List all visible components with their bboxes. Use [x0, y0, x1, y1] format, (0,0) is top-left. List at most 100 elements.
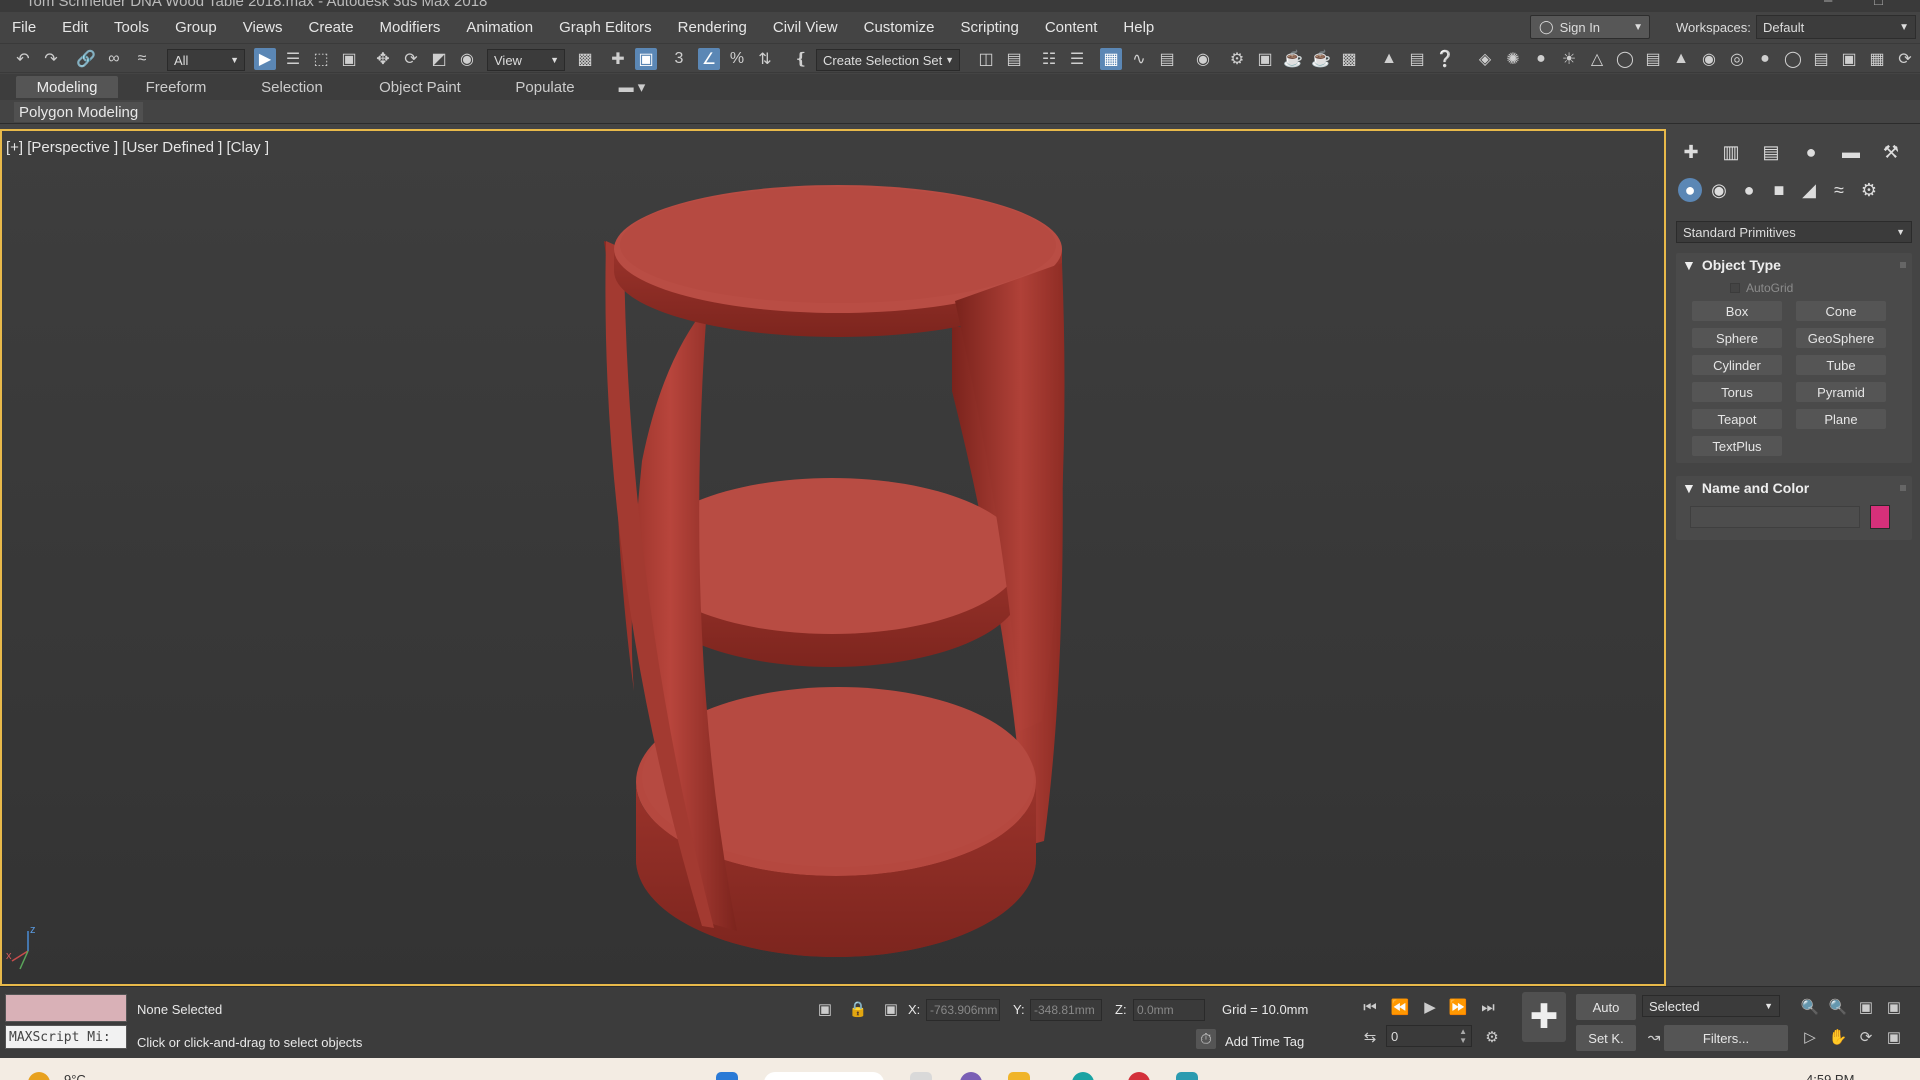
cone-button[interactable]: Cone [1796, 301, 1886, 321]
redo-icon[interactable]: ↷ [40, 48, 62, 70]
maxscript-mini-listener[interactable]: MAXScript Mi: [5, 1025, 127, 1049]
hierarchy-panel-icon[interactable]: ▤ [1758, 139, 1784, 165]
bulb-icon[interactable]: ◯ [1782, 48, 1804, 70]
keyboard-shortcut-override-icon[interactable]: ▣ [635, 48, 657, 70]
perspective-viewport[interactable]: z x [+] [Perspective ] [User Defined ] [… [0, 129, 1666, 986]
space-warps-icon[interactable]: ≈ [1826, 177, 1852, 203]
zoom-extents-all-icon[interactable]: ▣ [1884, 997, 1904, 1017]
z-coordinate-field[interactable]: 0.0mm [1133, 999, 1205, 1021]
photometric-light-icon[interactable]: ▲ [1670, 48, 1692, 70]
sun-icon[interactable]: ☀ [1558, 48, 1580, 70]
menu-scripting[interactable]: Scripting [947, 19, 1031, 36]
geometry-category-dropdown[interactable]: Standard Primitives ▼ [1676, 221, 1912, 243]
key-tangent-icon[interactable]: ↝ [1644, 1027, 1664, 1047]
go-to-end-icon[interactable]: ⏭ [1478, 997, 1498, 1017]
sphere-button[interactable]: Sphere [1692, 328, 1782, 348]
go-to-start-icon[interactable]: ⏮ [1360, 997, 1380, 1017]
spinner-icon[interactable]: ▲ ▼ [1459, 1027, 1467, 1045]
search-box[interactable] [764, 1072, 884, 1080]
add-time-tag[interactable]: Add Time Tag [1225, 1034, 1304, 1049]
orbit-icon[interactable]: ⟳ [1894, 48, 1916, 70]
task-view-icon[interactable] [910, 1072, 932, 1080]
plane-button[interactable]: Plane [1796, 409, 1886, 429]
viewport-label[interactable]: [+] [Perspective ] [User Defined ] [Clay… [6, 139, 269, 156]
menu-group[interactable]: Group [162, 19, 230, 36]
render-iterative-icon[interactable]: ☕ [1310, 48, 1332, 70]
menu-create[interactable]: Create [296, 19, 367, 36]
scene-explorer-icon[interactable]: ☷ [1038, 48, 1060, 70]
zoom-all-icon[interactable]: 🔍 [1828, 997, 1848, 1017]
select-manipulate-icon[interactable]: ✚ [607, 48, 629, 70]
camera-target-icon[interactable]: △ [1586, 48, 1608, 70]
geometry-icon[interactable]: ● [1678, 178, 1702, 202]
angle-snap-icon[interactable]: ∠ [698, 48, 720, 70]
utilities-panel-icon[interactable]: ⚒ [1878, 139, 1904, 165]
menu-graph-editors[interactable]: Graph Editors [546, 19, 665, 36]
light-icon[interactable]: ● [1530, 48, 1552, 70]
next-frame-icon[interactable]: ⏩ [1448, 997, 1468, 1017]
absolute-mode-transform-icon[interactable]: ▣ [881, 999, 901, 1019]
field-of-view-icon[interactable]: ▷ [1800, 1027, 1820, 1047]
teapot-icon[interactable]: ◉ [1698, 48, 1720, 70]
panel-icon[interactable]: ▤ [1406, 48, 1428, 70]
isolate-selection-icon[interactable]: ▣ [815, 999, 835, 1019]
minimize-button[interactable]: – [1824, 0, 1832, 9]
pin-icon[interactable]: ● [1754, 48, 1776, 70]
name-and-color-header[interactable]: ▼ Name and Color [1676, 476, 1912, 500]
y-coordinate-field[interactable]: -348.81mm [1030, 999, 1102, 1021]
material-editor-icon[interactable]: ◉ [1192, 48, 1214, 70]
textplus-button[interactable]: TextPlus [1692, 436, 1782, 456]
menu-content[interactable]: Content [1032, 19, 1111, 36]
rectangular-selection-icon[interactable]: ⬚ [310, 48, 332, 70]
menu-customize[interactable]: Customize [851, 19, 948, 36]
maximize-button[interactable]: □ [1874, 0, 1883, 9]
reference-coordinate-dropdown[interactable]: View ▼ [487, 49, 565, 71]
mirror-icon[interactable]: ◫ [975, 48, 997, 70]
set-key-button[interactable]: Set K. [1576, 1025, 1636, 1051]
place-icon[interactable]: ◉ [456, 48, 478, 70]
menu-modifiers[interactable]: Modifiers [367, 19, 454, 36]
box-button[interactable]: Box [1692, 301, 1782, 321]
civil-view-icon[interactable]: ▲ [1378, 48, 1400, 70]
tab-freeform[interactable]: Freeform [126, 76, 226, 98]
current-frame-field[interactable]: 0 ▲ ▼ [1386, 1025, 1472, 1047]
teapot-button[interactable]: Teapot [1692, 409, 1782, 429]
display-panel-icon[interactable]: ▬ [1838, 139, 1864, 165]
motion-panel-icon[interactable]: ● [1798, 139, 1824, 165]
percent-snap-icon[interactable]: % [726, 48, 748, 70]
window-crossing-icon[interactable]: ▣ [338, 48, 360, 70]
set-key-plus-button[interactable]: ✚ [1522, 992, 1566, 1042]
tube-button[interactable]: Tube [1796, 355, 1886, 375]
helpers-icon[interactable]: ◢ [1796, 177, 1822, 203]
move-icon[interactable]: ✥ [372, 48, 394, 70]
maxscript-listener-output[interactable] [5, 994, 127, 1022]
bind-space-warp-icon[interactable]: ≈ [131, 48, 153, 70]
selection-lock-icon[interactable]: 🔒 [848, 999, 868, 1019]
spinner-snap-icon[interactable]: ⇅ [754, 48, 776, 70]
edit-named-selection-icon[interactable]: ❴ [790, 48, 812, 70]
cameras-icon[interactable]: ■ [1766, 177, 1792, 203]
maximize-viewport-icon[interactable]: ▣ [1884, 1027, 1904, 1047]
viewport-layout-icon[interactable]: ▤ [1810, 48, 1832, 70]
toggle-ribbon-icon[interactable]: ▦ [1100, 48, 1122, 70]
cylinder-button[interactable]: Cylinder [1692, 355, 1782, 375]
menu-views[interactable]: Views [230, 19, 296, 36]
rotate-icon[interactable]: ⟳ [400, 48, 422, 70]
align-icon[interactable]: ▤ [1003, 48, 1025, 70]
layer-explorer-icon[interactable]: ☰ [1066, 48, 1088, 70]
menu-help[interactable]: Help [1110, 19, 1167, 36]
start-icon[interactable] [716, 1072, 738, 1080]
workspace-dropdown[interactable]: Default ▼ [1756, 15, 1916, 39]
time-tag-icon[interactable]: ⏱ [1196, 1029, 1216, 1049]
shapes-icon[interactable]: ◉ [1706, 177, 1732, 203]
pan-view-icon[interactable]: ✋ [1828, 1027, 1848, 1047]
ribbon-options-icon[interactable]: ▬ ▾ [612, 76, 652, 98]
app-icon-purple[interactable] [960, 1072, 982, 1080]
menu-tools[interactable]: Tools [101, 19, 162, 36]
autogrid-checkbox[interactable]: AutoGrid [1730, 281, 1793, 295]
named-selection-set-dropdown[interactable]: Create Selection Set ▼ [816, 49, 960, 71]
file-explorer-icon[interactable] [1008, 1072, 1030, 1080]
tab-selection[interactable]: Selection [240, 76, 344, 98]
schematic-view-icon[interactable]: ▤ [1156, 48, 1178, 70]
render-cloud-icon[interactable]: ▩ [1338, 48, 1360, 70]
